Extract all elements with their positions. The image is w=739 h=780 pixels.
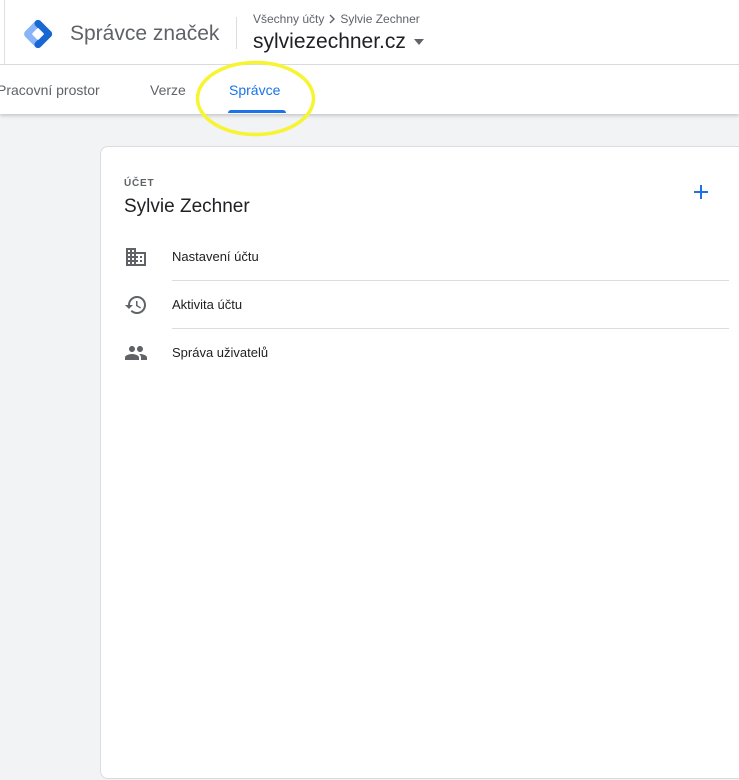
breadcrumb-account[interactable]: Sylvie Zechner (340, 12, 419, 26)
caret-down-icon (413, 39, 424, 45)
menu-item-account-settings[interactable]: Nastavení účtu (124, 233, 729, 281)
left-edge-divider (4, 0, 5, 64)
account-name: Sylvie Zechner (124, 196, 250, 217)
product-name[interactable]: Správce značek (70, 22, 219, 46)
container-name: sylviezechner.cz (253, 30, 406, 53)
account-card-eyebrow: ÚČET (124, 178, 155, 189)
tab-admin[interactable]: Správce (229, 65, 280, 114)
add-icon[interactable] (689, 180, 713, 204)
tab-bar: Pracovní prostor Verze Správce (0, 65, 739, 114)
tag-manager-logo-icon[interactable] (23, 19, 53, 49)
menu-item-account-activity[interactable]: Aktivita účtu (124, 281, 729, 329)
chevron-right-icon (329, 14, 336, 24)
breadcrumb-all-accounts[interactable]: Všechny účty (253, 12, 324, 26)
menu-item-label: Správa uživatelů (172, 345, 269, 360)
menu-item-user-management[interactable]: Správa uživatelů (124, 329, 729, 377)
header-divider (236, 17, 237, 49)
account-card: ÚČET Sylvie Zechner Nastavení účtu Aktiv… (100, 146, 739, 779)
breadcrumb: Všechny účty Sylvie Zechner (253, 12, 420, 26)
history-icon (125, 296, 146, 314)
container-selector[interactable]: sylviezechner.cz (253, 30, 424, 54)
people-icon (125, 346, 147, 360)
tab-workspace[interactable]: Pracovní prostor (0, 65, 100, 114)
building-icon (126, 248, 146, 266)
menu-item-label: Aktivita účtu (172, 297, 243, 312)
active-tab-indicator (228, 110, 286, 113)
tab-versions[interactable]: Verze (150, 65, 186, 114)
top-app-bar: Správce značek Všechny účty Sylvie Zechn… (0, 0, 739, 65)
menu-item-label: Nastavení účtu (172, 249, 259, 264)
